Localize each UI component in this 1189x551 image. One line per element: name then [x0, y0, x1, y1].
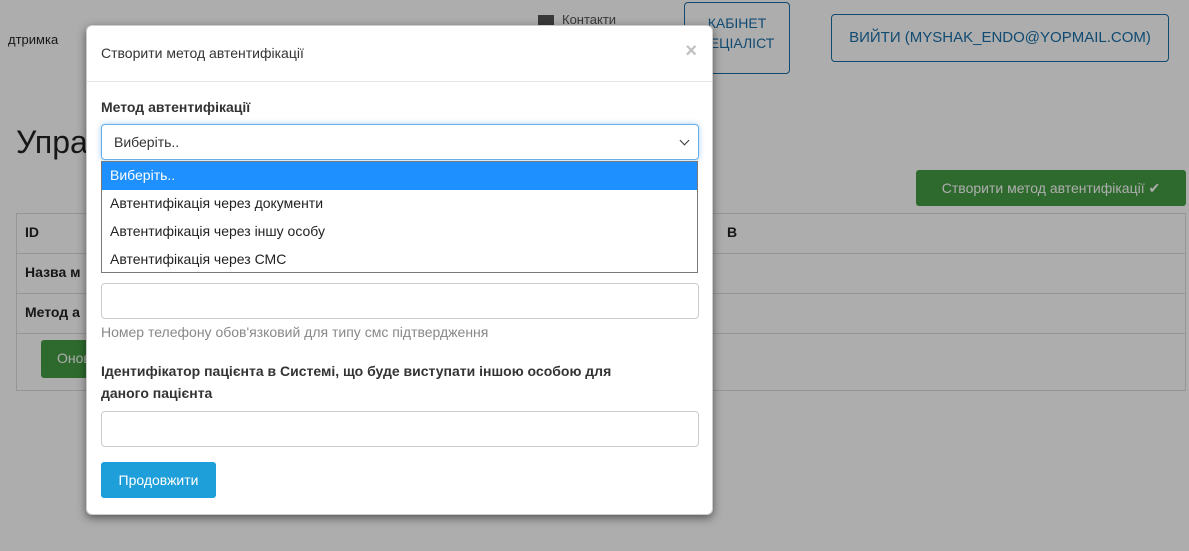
phone-input[interactable] — [101, 283, 699, 319]
auth-method-label: Метод автентифікації — [101, 99, 251, 115]
patient-id-input[interactable] — [101, 411, 699, 447]
phone-hint: Номер телефону обов'язковий для типу смс… — [101, 324, 489, 340]
modal-header: Створити метод автентифікації × — [87, 26, 712, 82]
patient-id-label-line1: Ідентифікатор пацієнта в Системі, що буд… — [101, 363, 612, 379]
auth-method-select[interactable]: Виберіть.. — [101, 124, 699, 160]
close-icon[interactable]: × — [685, 40, 697, 63]
dropdown-option[interactable]: Виберіть.. — [102, 162, 697, 190]
modal-title: Створити метод автентифікації — [101, 45, 304, 61]
dropdown-option[interactable]: Автентифікація через документи — [102, 190, 697, 218]
chevron-down-icon — [679, 135, 690, 146]
create-auth-method-modal: Створити метод автентифікації × Метод ав… — [86, 25, 713, 515]
patient-id-label-line2: даного пацієнта — [101, 385, 213, 401]
dropdown-option[interactable]: Автентифікація через СМС — [102, 246, 697, 274]
patient-id-label: Ідентифікатор пацієнта в Системі, що буд… — [101, 360, 611, 404]
select-current-value: Виберіть.. — [114, 134, 180, 150]
auth-method-dropdown: Виберіть.. Автентифікація через документ… — [101, 161, 698, 273]
dropdown-option[interactable]: Автентифікація через іншу особу — [102, 218, 697, 246]
continue-button[interactable]: Продовжити — [101, 462, 216, 498]
